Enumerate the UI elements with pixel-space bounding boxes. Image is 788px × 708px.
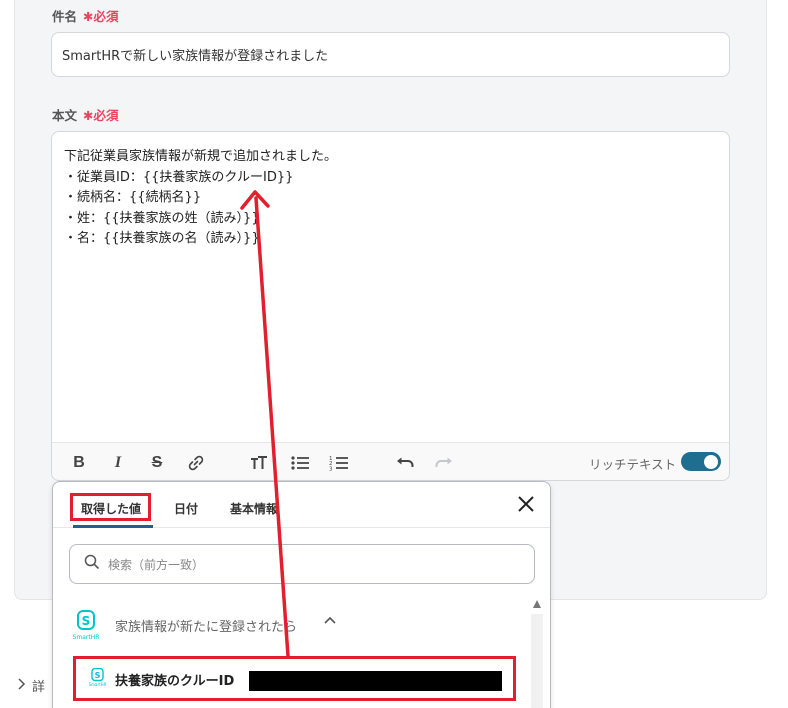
svg-text:3: 3 (329, 467, 333, 473)
link-icon[interactable] (186, 453, 206, 473)
highlight-box-tab (70, 493, 151, 521)
body-label: 本文 ✱必須 (52, 108, 119, 123)
rich-text-toggle[interactable] (681, 452, 721, 471)
numbered-list-icon[interactable]: 123 (329, 453, 349, 473)
body-line: ・名：{{扶養家族の名（読み）}} (64, 231, 260, 246)
logo-text: SmartHR (73, 634, 100, 641)
chevron-right-icon (16, 677, 26, 694)
body-line: ・続柄名：{{続柄名}} (64, 190, 202, 205)
body-text[interactable]: 下記従業員家族情報が新規で追加されました。 ・従業員ID：{{扶養家族のクルーI… (64, 147, 337, 250)
subject-input[interactable]: SmartHRで新しい家族情報が登録されました (51, 32, 730, 77)
rich-text-label: リッチテキスト (589, 457, 677, 472)
active-tab-indicator (73, 525, 153, 528)
scrollbar[interactable] (531, 614, 543, 708)
italic-button[interactable]: I (108, 453, 128, 473)
close-icon[interactable] (514, 494, 538, 518)
highlight-box-item (73, 656, 516, 701)
search-input[interactable]: 検索（前方一致） (69, 544, 535, 584)
search-icon (84, 554, 100, 574)
required-badge: ✱必須 (83, 108, 119, 123)
subject-value: SmartHRで新しい家族情報が登録されました (62, 49, 329, 64)
search-placeholder: 検索（前方一致） (108, 557, 205, 572)
body-line: 下記従業員家族情報が新規で追加されました。 (64, 149, 338, 164)
body-line: ・従業員ID：{{扶養家族のクルーID}} (64, 169, 294, 185)
smarthr-logo-icon: S SmartHR (71, 610, 101, 641)
bullet-list-icon[interactable] (290, 453, 310, 473)
redo-icon[interactable] (434, 453, 454, 473)
scroll-up-arrow[interactable] (533, 600, 541, 608)
body-line: ・姓：{{扶養家族の姓（読み）}} (64, 210, 260, 226)
body-editor[interactable]: 下記従業員家族情報が新規で追加されました。 ・従業員ID：{{扶養家族のクルーI… (51, 131, 730, 481)
trigger-group-header[interactable]: S SmartHR 家族情報が新たに登録されたら (71, 606, 531, 646)
toggle-knob (704, 454, 718, 469)
details-label: 詳 (32, 680, 46, 695)
text-size-icon[interactable] (249, 453, 269, 473)
tab-basic-info[interactable]: 基本情報 (230, 500, 278, 517)
required-badge: ✱必須 (83, 9, 119, 24)
undo-icon[interactable] (395, 453, 415, 473)
details-toggle[interactable]: 詳 (16, 676, 45, 695)
chevron-up-icon[interactable] (324, 614, 336, 630)
subject-label: 件名 ✱必須 (52, 9, 119, 24)
editor-toolbar: B I S 123 リッチテキスト (52, 442, 729, 480)
svg-text:S: S (82, 614, 91, 628)
strikethrough-button[interactable]: S (147, 453, 167, 473)
trigger-group-title: 家族情報が新たに登録されたら (115, 620, 298, 635)
bold-button[interactable]: B (69, 453, 89, 473)
tab-date[interactable]: 日付 (174, 500, 198, 517)
